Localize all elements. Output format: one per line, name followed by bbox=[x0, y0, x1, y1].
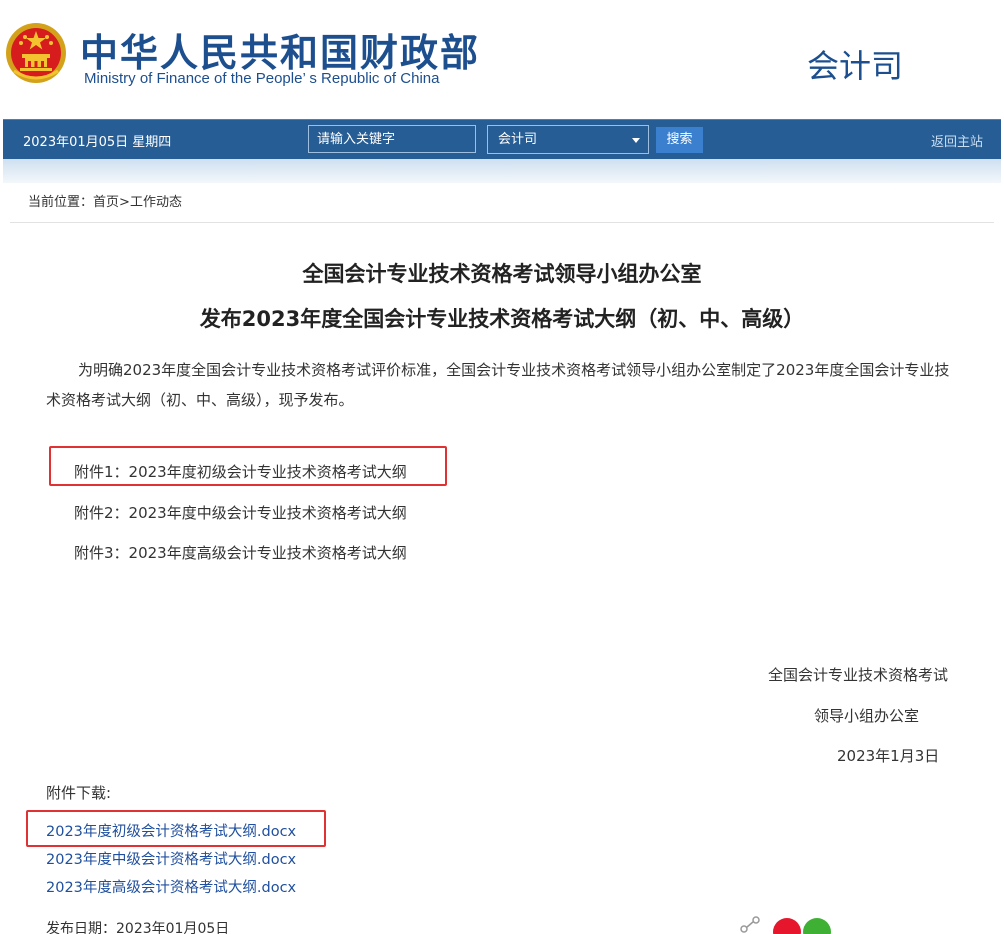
nav-bar: 2023年01月05日 星期四 会计司 搜索 返回主站 bbox=[3, 119, 1001, 159]
article-title-line2: 发布2023年度全国会计专业技术资格考试大纲（初、中、高级） bbox=[199, 307, 805, 331]
ministry-name-en: Ministry of Finance of the People’ s Rep… bbox=[84, 70, 440, 87]
department-select-value: 会计司 bbox=[498, 132, 538, 147]
downloads-title: 附件下载: bbox=[46, 784, 112, 802]
signature-org-line2: 领导小组办公室 bbox=[814, 707, 920, 725]
breadcrumb: 当前位置：首页>工作动态 bbox=[10, 185, 994, 223]
weibo-icon[interactable] bbox=[773, 918, 801, 934]
search-input[interactable] bbox=[308, 125, 476, 153]
breadcrumb-separator: > bbox=[119, 195, 130, 210]
share-icon[interactable] bbox=[739, 916, 761, 934]
breadcrumb-current-link[interactable]: 工作动态 bbox=[130, 195, 182, 210]
publish-date: 发布日期：2023年01月05日 bbox=[46, 921, 230, 934]
signature-org-line1: 全国会计专业技术资格考试 bbox=[768, 666, 949, 684]
attachment-item-2: 附件2：2023年度中级会计专业技术资格考试大纲 bbox=[74, 504, 407, 522]
wechat-icon[interactable] bbox=[803, 918, 831, 934]
site-header: 中华人民共和国财政部 Ministry of Finance of the Pe… bbox=[0, 0, 1004, 118]
signature-date: 2023年1月3日 bbox=[837, 747, 940, 765]
ministry-name-cn: 中华人民共和国财政部 bbox=[80, 31, 481, 75]
return-home-link[interactable]: 返回主站 bbox=[931, 131, 983, 150]
breadcrumb-label: 当前位置： bbox=[28, 195, 94, 210]
attachment-item-1: 附件1：2023年度初级会计专业技术资格考试大纲 bbox=[74, 463, 407, 481]
article-title-line1: 全国会计专业技术资格考试领导小组办公室 bbox=[302, 262, 702, 286]
download-link-intermediate[interactable]: 2023年度中级会计资格考试大纲.docx bbox=[46, 848, 296, 869]
attachment-item-3: 附件3：2023年度高级会计专业技术资格考试大纲 bbox=[74, 544, 407, 562]
dropdown-arrow-icon bbox=[632, 138, 640, 143]
download-link-junior[interactable]: 2023年度初级会计资格考试大纲.docx bbox=[46, 820, 296, 841]
department-name: 会计司 bbox=[807, 47, 904, 85]
header-gradient-band bbox=[3, 159, 1001, 183]
current-date: 2023年01月05日 星期四 bbox=[23, 135, 172, 150]
download-link-senior[interactable]: 2023年度高级会计资格考试大纲.docx bbox=[46, 876, 296, 897]
article-paragraph: 为明确2023年度全国会计专业技术资格考试评价标准，全国会计专业技术资格考试领导… bbox=[46, 361, 950, 409]
breadcrumb-home-link[interactable]: 首页 bbox=[93, 195, 119, 210]
department-select[interactable]: 会计司 bbox=[487, 125, 649, 154]
national-emblem-icon bbox=[6, 23, 66, 83]
search-button[interactable]: 搜索 bbox=[656, 127, 703, 153]
